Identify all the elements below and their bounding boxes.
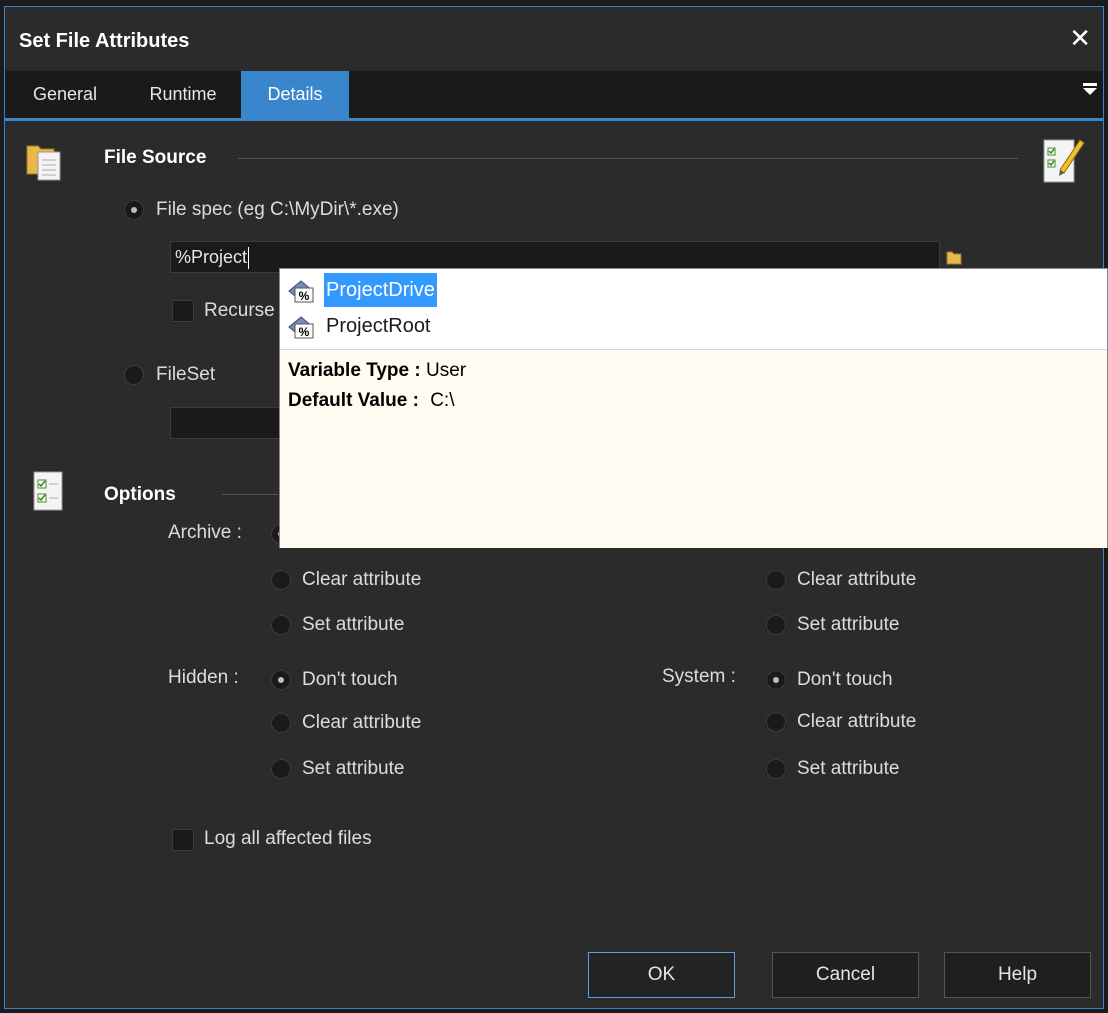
archive-clear-label: Clear attribute [302,569,422,590]
autocomplete-item-label: ProjectRoot [326,315,431,337]
system-set-radio[interactable] [766,759,786,779]
system-label: System : [662,666,736,687]
variable-icon: % [288,316,314,339]
archive-set-radio[interactable] [271,615,291,635]
variable-type-row: Variable Type : User [288,360,466,382]
recurse-checkbox[interactable] [172,300,194,322]
autocomplete-item-label: ProjectDrive [324,273,437,307]
recurse-label: Recurse [204,300,275,321]
readonly-set-label: Set attribute [797,614,900,635]
tab-details[interactable]: Details [241,71,349,118]
fileset-radio[interactable] [124,365,144,385]
log-affected-files-checkbox[interactable] [172,829,194,851]
text-caret [248,247,250,270]
filespec-value: %Project [175,247,248,267]
default-value-row: Default Value : C:\ [288,390,454,412]
hidden-clear-radio[interactable] [271,713,291,733]
system-dont-touch-label: Don't touch [797,669,893,690]
dialog-title: Set File Attributes [19,30,190,52]
tab-menu-icon[interactable] [1083,83,1097,97]
archive-clear-radio[interactable] [271,570,291,590]
filespec-label: File spec (eg C:\MyDir\*.exe) [156,199,399,220]
system-dont-touch-radio[interactable] [766,670,786,690]
tab-bar: General Runtime Details [5,71,1103,121]
fileset-label: FileSet [156,364,216,385]
title-bar: Set File Attributes ✕ [5,7,1103,71]
readonly-set-radio[interactable] [766,615,786,635]
options-divider [222,494,278,495]
archive-set-label: Set attribute [302,614,405,635]
system-clear-radio[interactable] [766,712,786,732]
readonly-clear-radio[interactable] [766,570,786,590]
readonly-clear-label: Clear attribute [797,569,917,590]
file-source-icon [26,145,61,181]
file-source-header: File Source [104,147,207,168]
hidden-dont-touch-radio[interactable] [271,670,291,690]
archive-label: Archive : [168,522,242,543]
system-set-label: Set attribute [797,758,900,779]
variable-type-label: Variable Type : [288,360,421,381]
help-button[interactable]: Help [944,952,1091,998]
tab-general[interactable]: General [5,71,125,118]
hidden-dont-touch-label: Don't touch [302,669,398,690]
filespec-radio[interactable] [124,200,144,220]
variable-icon: % [288,280,314,303]
cancel-button[interactable]: Cancel [772,952,919,998]
notepad-edit-icon [1043,139,1085,183]
hidden-set-radio[interactable] [271,759,291,779]
hidden-clear-label: Clear attribute [302,712,422,733]
default-value-value: C:\ [430,390,455,411]
svg-text:%: % [299,325,310,339]
ok-button[interactable]: OK [588,952,735,998]
file-source-divider [238,158,1018,159]
hidden-set-label: Set attribute [302,758,405,779]
options-header: Options [104,484,176,505]
variable-type-value: User [425,360,467,381]
system-clear-label: Clear attribute [797,711,917,732]
options-icon [33,471,63,511]
log-affected-files-label: Log all affected files [204,828,372,849]
fileset-input[interactable] [170,407,290,439]
default-value-label: Default Value : [288,390,419,411]
svg-text:%: % [299,289,310,303]
autocomplete-popup: % ProjectDrive % ProjectRoot Variable Ty… [279,268,1108,548]
variable-detail-panel: Variable Type : User Default Value : C:\ [280,349,1107,548]
tab-runtime[interactable]: Runtime [125,71,241,118]
hidden-label: Hidden : [168,667,239,688]
close-icon[interactable]: ✕ [1069,23,1091,54]
